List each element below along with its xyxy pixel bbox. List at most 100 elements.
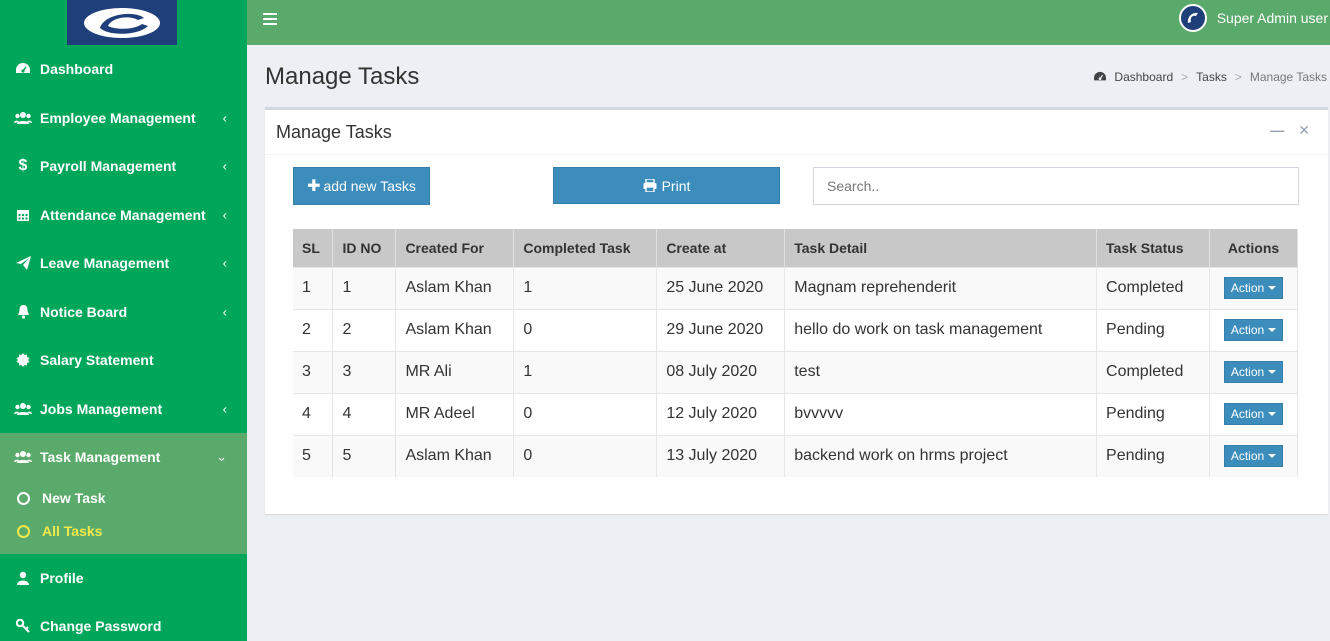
cell-id: 4 <box>332 392 397 435</box>
breadcrumb-tasks[interactable]: Tasks <box>1196 70 1227 84</box>
subitem-label: New Task <box>42 490 106 506</box>
search-input[interactable] <box>813 167 1299 205</box>
sidebar-item-jobs-management[interactable]: Jobs Management ‹ <box>0 385 247 434</box>
box-header: Manage Tasks — ✕ <box>265 110 1328 155</box>
action-label: Action <box>1230 365 1265 379</box>
dashboard-icon <box>1093 71 1107 83</box>
sidebar-item-notice-board[interactable]: Notice Board ‹ <box>0 288 247 337</box>
column-header-completed-task[interactable]: Completed Task <box>513 229 658 267</box>
user-icon <box>14 569 32 587</box>
chevron-left-icon: ‹ <box>222 158 227 174</box>
add-new-task-button[interactable]: ✚ add new Tasks <box>293 167 430 205</box>
action-dropdown-button[interactable]: Action <box>1223 403 1284 425</box>
print-button-label: Print <box>661 177 691 194</box>
print-icon <box>643 179 657 192</box>
cell-created-for: MR Ali <box>395 350 515 393</box>
breadcrumb-dashboard[interactable]: Dashboard <box>1114 70 1173 84</box>
box-tools: — ✕ <box>1270 122 1310 139</box>
cell-detail: hello do work on task management <box>784 308 1098 351</box>
print-button[interactable]: Print <box>553 167 780 204</box>
sidebar-item-label: Salary Statement <box>40 352 154 369</box>
column-header-sl[interactable]: SL <box>293 229 334 267</box>
action-dropdown-button[interactable]: Action <box>1223 277 1284 299</box>
add-button-label: add new Tasks <box>323 178 416 194</box>
sidebar-item-label: Jobs Management <box>40 400 163 417</box>
avatar <box>1178 4 1207 32</box>
breadcrumb-current: Manage Tasks <box>1249 70 1327 84</box>
page-title: Manage Tasks <box>265 63 420 90</box>
chevron-down-icon: ⌄ <box>216 449 227 465</box>
cell-id: 1 <box>332 266 397 309</box>
chevron-left-icon: ‹ <box>222 304 227 320</box>
cell-created-for: Aslam Khan <box>395 434 515 477</box>
user-menu[interactable]: Super Admin user <box>1178 4 1328 32</box>
logo[interactable] <box>67 0 177 45</box>
task-submenu: New Task All Tasks <box>0 481 247 554</box>
sidebar-subitem-all-tasks[interactable]: All Tasks <box>0 515 247 548</box>
cell-status: Pending <box>1096 434 1210 477</box>
plus-icon: ✚ <box>307 178 321 195</box>
calendar-icon <box>14 206 32 224</box>
sidebar-item-attendance-management[interactable]: Attendance Management ‹ <box>0 191 247 240</box>
sidebar-item-profile[interactable]: Profile <box>0 554 247 603</box>
cell-id: 2 <box>332 308 397 351</box>
cell-completed: 1 <box>513 350 658 393</box>
bell-icon <box>14 303 32 321</box>
action-dropdown-button[interactable]: Action <box>1223 319 1284 341</box>
table-row: 2 2 Aslam Khan 0 29 June 2020 hello do w… <box>293 308 1299 351</box>
cell-create-at: 29 June 2020 <box>656 308 786 351</box>
collapse-icon[interactable]: — <box>1270 122 1284 139</box>
sidebar-item-payroll-management[interactable]: $ Payroll Management ‹ <box>0 142 247 191</box>
circle-icon <box>17 524 30 538</box>
sidebar-item-task-management[interactable]: Task Management ⌄ <box>0 433 247 482</box>
column-header-create-at[interactable]: Create at <box>656 229 786 267</box>
column-header-task-status[interactable]: Task Status <box>1096 229 1210 267</box>
cell-actions: Action <box>1209 266 1299 309</box>
key-icon <box>14 617 32 635</box>
sidebar: Dashboard Employee Management ‹ $ Payrol… <box>0 0 247 641</box>
sidebar-item-label: Payroll Management <box>40 158 177 175</box>
cell-sl: 5 <box>293 434 334 477</box>
cell-status: Pending <box>1096 392 1210 435</box>
cell-actions: Action <box>1209 434 1299 477</box>
sidebar-item-label: Attendance Management <box>40 206 206 223</box>
table-header-row: SL ID NO Created For Completed Task Crea… <box>293 229 1299 267</box>
cell-detail: bvvvvv <box>784 392 1098 435</box>
sidebar-item-leave-management[interactable]: Leave Management ‹ <box>0 239 247 288</box>
cell-completed: 1 <box>513 266 658 309</box>
sidebar-item-change-password[interactable]: Change Password <box>0 602 247 641</box>
cell-sl: 3 <box>293 350 334 393</box>
sidebar-item-label: Notice Board <box>40 303 128 320</box>
caret-down-icon <box>1268 370 1277 374</box>
close-icon[interactable]: ✕ <box>1298 122 1310 139</box>
sidebar-item-label: Change Password <box>40 618 162 635</box>
cell-created-for: Aslam Khan <box>395 266 515 309</box>
column-header-id-no[interactable]: ID NO <box>332 229 397 267</box>
cell-actions: Action <box>1209 308 1299 351</box>
users-icon <box>14 448 32 466</box>
breadcrumb: Dashboard > Tasks > Manage Tasks <box>1093 70 1327 84</box>
cell-sl: 2 <box>293 308 334 351</box>
tasks-table: SL ID NO Created For Completed Task Crea… <box>293 229 1299 477</box>
cell-create-at: 25 June 2020 <box>656 266 786 309</box>
cell-detail: test <box>784 350 1098 393</box>
sidebar-subitem-new-task[interactable]: New Task <box>0 482 247 515</box>
sidebar-item-label: Employee Management <box>40 109 196 126</box>
dashboard-icon <box>14 60 32 78</box>
action-label: Action <box>1230 281 1265 295</box>
action-dropdown-button[interactable]: Action <box>1223 445 1284 468</box>
cell-completed: 0 <box>513 392 658 435</box>
caret-down-icon <box>1268 286 1277 290</box>
cell-actions: Action <box>1209 350 1299 393</box>
column-header-created-for[interactable]: Created For <box>395 229 515 267</box>
action-label: Action <box>1230 407 1265 421</box>
column-header-task-detail[interactable]: Task Detail <box>784 229 1098 267</box>
sidebar-item-salary-statement[interactable]: Salary Statement <box>0 336 247 385</box>
users-icon <box>14 109 32 127</box>
cell-create-at: 08 July 2020 <box>656 350 786 393</box>
menu-toggle-icon[interactable] <box>263 13 277 27</box>
certificate-icon <box>14 351 32 369</box>
sidebar-item-dashboard[interactable]: Dashboard <box>0 45 247 94</box>
sidebar-item-employee-management[interactable]: Employee Management ‹ <box>0 94 247 143</box>
action-dropdown-button[interactable]: Action <box>1223 361 1284 383</box>
